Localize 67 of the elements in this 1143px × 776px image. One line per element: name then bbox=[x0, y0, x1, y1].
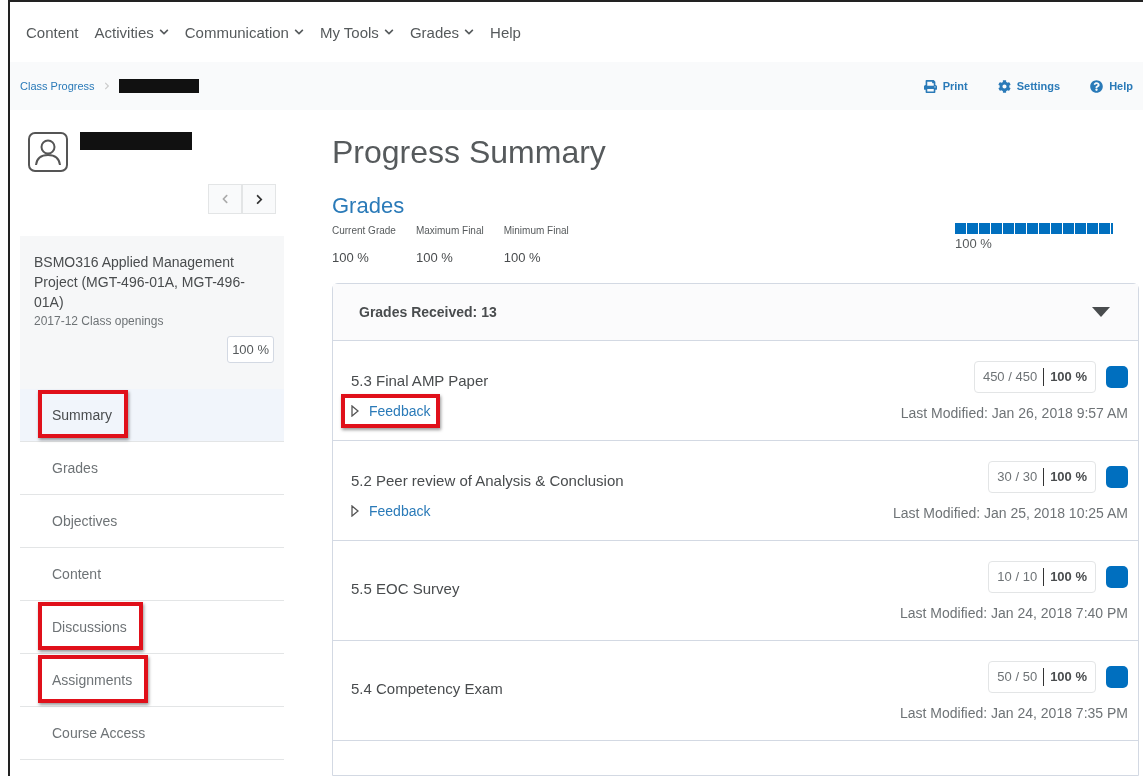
chevron-down-icon bbox=[158, 27, 169, 37]
chevron-down-icon bbox=[383, 27, 394, 37]
nav-item[interactable]: Grades bbox=[20, 442, 284, 495]
course-term: 2017-12 Class openings bbox=[34, 314, 165, 328]
chevron-right-icon bbox=[102, 80, 111, 92]
menu-item[interactable]: Help bbox=[490, 23, 521, 41]
print-link[interactable]: Print bbox=[923, 79, 968, 93]
settings-icon bbox=[997, 79, 1011, 93]
nav-item[interactable]: Course Access bbox=[20, 707, 284, 760]
status-square bbox=[1106, 665, 1128, 688]
percent: 100 % bbox=[1050, 669, 1087, 684]
nav-item[interactable]: Discussions bbox=[20, 601, 284, 654]
stat-value: 100 % bbox=[503, 250, 542, 265]
grade-item-title: 5.2 Peer review of Analysis & Conclusion bbox=[351, 472, 624, 489]
settings-link[interactable]: Settings bbox=[997, 79, 1061, 93]
menu-item[interactable]: Communication bbox=[184, 23, 304, 41]
nav-item[interactable]: Summary bbox=[20, 389, 284, 442]
nav-item[interactable]: Assignments bbox=[20, 654, 284, 707]
page-title: Progress Summary bbox=[332, 134, 607, 171]
status-square bbox=[1106, 565, 1128, 588]
nav-item[interactable]: Content bbox=[20, 548, 284, 601]
course-grade: 100 % bbox=[227, 336, 274, 363]
chevron-down-icon bbox=[293, 27, 304, 37]
feedback-link[interactable]: Feedback bbox=[351, 403, 431, 419]
stat-label: Current Grade bbox=[332, 225, 396, 236]
last-modified: Last Modified: Jan 24, 2018 7:40 PM bbox=[899, 604, 1128, 621]
breadcrumb-link[interactable]: Class Progress bbox=[20, 80, 95, 92]
menu-item[interactable]: Grades bbox=[409, 23, 475, 41]
stat-value: 100 % bbox=[332, 250, 370, 265]
help-icon bbox=[1090, 79, 1104, 93]
percent: 100 % bbox=[1050, 369, 1087, 384]
stat-label: Minimum Final bbox=[503, 225, 569, 236]
grade-item-title: 5.4 Competency Exam bbox=[351, 680, 503, 697]
menu-item[interactable]: My Tools bbox=[319, 23, 394, 41]
chevron-left-icon bbox=[220, 194, 230, 204]
section-heading: Grades bbox=[332, 193, 406, 219]
stat-value: 100 % bbox=[415, 250, 454, 265]
next-button[interactable] bbox=[242, 184, 276, 214]
meter-reading: 100 % bbox=[955, 236, 993, 251]
points: 10 / 10 bbox=[997, 569, 1038, 584]
course-title: BSMO316 Applied Management Project (MGT-496-01A, MGT-496-01A) bbox=[34, 253, 246, 312]
expand-icon bbox=[351, 405, 359, 417]
stat-label: Maximum Final bbox=[415, 225, 484, 236]
points: 30 / 30 bbox=[997, 469, 1038, 484]
printer-icon bbox=[923, 79, 937, 93]
menu-item[interactable]: Activities bbox=[94, 23, 169, 41]
status-square bbox=[1106, 365, 1128, 388]
last-modified: Last Modified: Jan 25, 2018 10:25 AM bbox=[892, 504, 1128, 521]
grade-item-title: 5.3 Final AMP Paper bbox=[351, 372, 489, 389]
feedback-link[interactable]: Feedback bbox=[351, 503, 431, 519]
nav-item[interactable]: Objectives bbox=[20, 495, 284, 548]
points: 50 / 50 bbox=[997, 669, 1038, 684]
menu-item[interactable]: Content bbox=[26, 23, 79, 41]
percent: 100 % bbox=[1050, 569, 1087, 584]
previous-button[interactable] bbox=[208, 184, 242, 214]
last-modified: Last Modified: Jan 26, 2018 9:57 AM bbox=[900, 404, 1128, 421]
help-link[interactable]: Help bbox=[1090, 79, 1133, 93]
panel-header[interactable]: Grades Received: 13 bbox=[333, 284, 1138, 341]
points: 450 / 450 bbox=[982, 369, 1038, 384]
percent: 100 % bbox=[1050, 469, 1087, 484]
avatar-icon bbox=[28, 132, 68, 172]
chevron-down-icon bbox=[464, 27, 475, 37]
grade-item-title: 5.5 EOC Survey bbox=[351, 580, 460, 597]
last-modified: Last Modified: Jan 24, 2018 7:35 PM bbox=[899, 704, 1128, 721]
expand-icon bbox=[351, 505, 359, 517]
status-square bbox=[1106, 465, 1128, 488]
panel-title: Grades Received: 13 bbox=[359, 304, 497, 320]
